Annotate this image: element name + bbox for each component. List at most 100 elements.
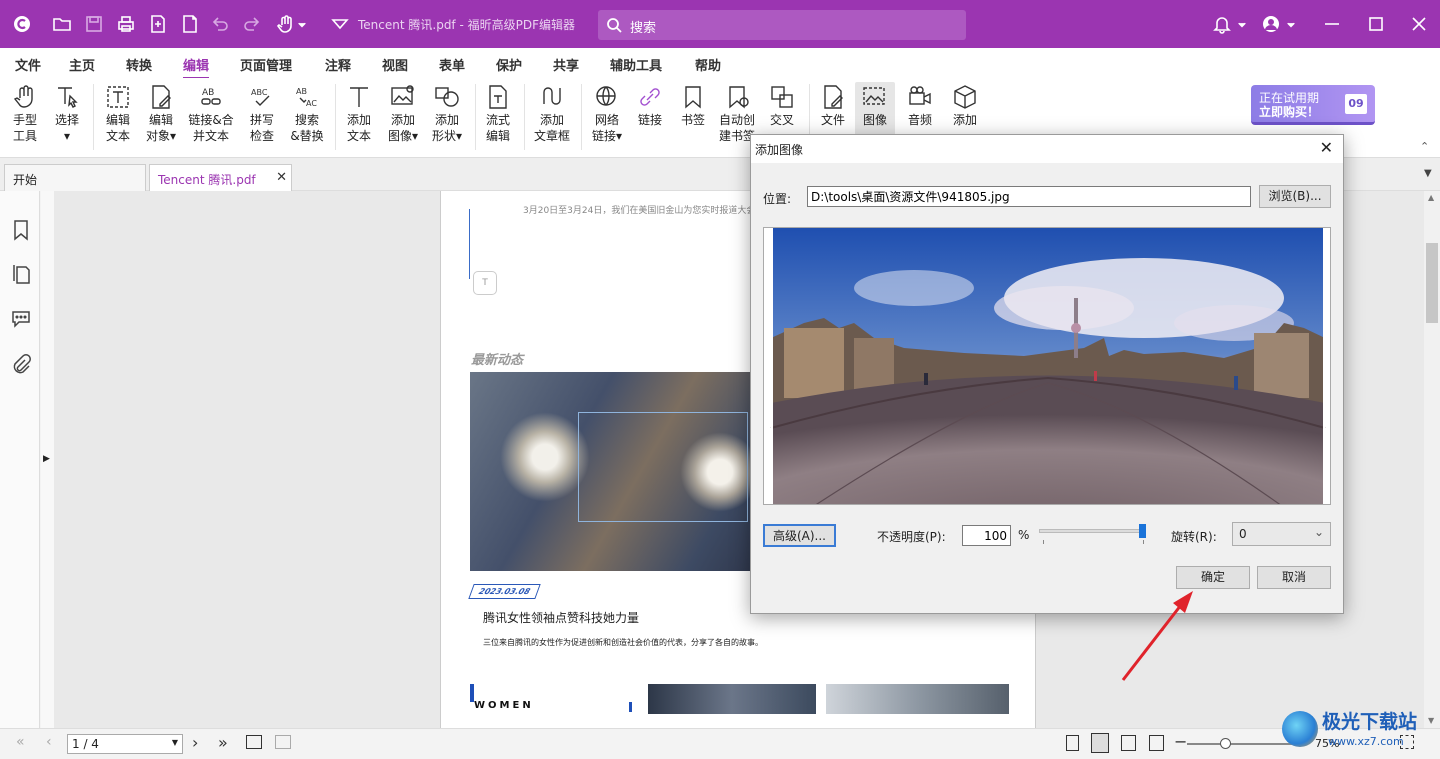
edit-object-button[interactable]: 编辑 对象▾ xyxy=(142,82,180,144)
prev-view-icon[interactable] xyxy=(246,735,262,749)
cancel-button[interactable]: 取消 xyxy=(1257,566,1331,589)
close-icon[interactable] xyxy=(1407,12,1431,36)
image-icon xyxy=(863,87,885,105)
audio-video-button[interactable]: 音频 xyxy=(900,82,940,128)
status-bar: « ‹ 1 / 4 ▼ › » − + 75% xyxy=(0,728,1440,759)
opacity-slider-thumb[interactable] xyxy=(1139,524,1146,538)
flow-edit-button[interactable]: 流式 编辑 xyxy=(479,82,517,144)
zoom-slider-thumb[interactable] xyxy=(1220,738,1231,749)
spell-check-button[interactable]: ABC 拼写 检查 xyxy=(243,82,281,144)
select-tool-button[interactable]: 选择 ▾ xyxy=(48,82,86,144)
link-button[interactable]: 链接 xyxy=(631,82,669,128)
continuous-view-icon[interactable] xyxy=(1091,733,1109,753)
first-page-icon[interactable]: « xyxy=(16,734,25,750)
zoom-slider[interactable] xyxy=(1187,738,1295,749)
two-page-continuous-icon[interactable] xyxy=(1149,735,1164,751)
menu-file[interactable]: 文件 xyxy=(15,55,41,74)
two-page-view-icon[interactable] xyxy=(1121,735,1136,751)
image-button[interactable]: 图像 xyxy=(855,82,895,140)
rotate-select[interactable]: 0 ⌄ xyxy=(1232,522,1331,546)
opacity-field[interactable] xyxy=(962,525,1011,546)
selection-box[interactable] xyxy=(578,412,748,522)
last-page-icon[interactable]: » xyxy=(218,733,228,752)
redo-icon[interactable] xyxy=(240,12,264,36)
app-logo-icon[interactable] xyxy=(10,12,34,36)
account-icon[interactable] xyxy=(1259,12,1283,36)
web-link-button[interactable]: 网络 链接▾ xyxy=(586,82,628,144)
dialog-title: 添加图像 xyxy=(755,143,804,157)
add-text-button[interactable]: 添加 文本 xyxy=(340,82,378,144)
tab-document[interactable]: Tencent 腾讯.pdf ✕ xyxy=(149,164,292,191)
bell-icon[interactable] xyxy=(1210,12,1234,36)
bookmark-button[interactable]: 书签 xyxy=(674,82,712,128)
next-page-icon[interactable]: › xyxy=(192,733,198,752)
prev-page-icon[interactable]: ‹ xyxy=(46,734,52,750)
attachment-panel-icon[interactable] xyxy=(10,353,32,375)
single-page-view-icon[interactable] xyxy=(1066,735,1079,751)
undo-icon[interactable] xyxy=(208,12,232,36)
menu-accessibility[interactable]: 辅助工具 xyxy=(610,55,662,74)
edit-text-button[interactable]: 编辑 文本 xyxy=(99,82,137,144)
scrollbar-thumb[interactable] xyxy=(1426,243,1438,323)
opacity-slider[interactable] xyxy=(1039,524,1146,538)
chevron-down-icon[interactable]: ⌄ xyxy=(1314,525,1324,539)
search-input[interactable]: 搜索 xyxy=(598,10,966,40)
menu-page-manage[interactable]: 页面管理 xyxy=(240,55,292,74)
tab-list-chevron-icon[interactable]: ▼ xyxy=(1424,168,1432,179)
create-pdf-icon[interactable] xyxy=(146,12,170,36)
chevron-down-icon[interactable] xyxy=(296,12,308,36)
page-dropdown-icon[interactable]: ▼ xyxy=(172,738,178,747)
tab-start[interactable]: 开始 xyxy=(4,164,146,191)
pages-panel-icon[interactable] xyxy=(10,263,32,285)
file-attachment-button[interactable]: 文件 xyxy=(814,82,852,128)
link-merge-text-button[interactable]: AB 链接&合 并文本 xyxy=(186,82,236,144)
customize-toolbar-icon[interactable] xyxy=(328,12,352,36)
expand-panel-icon[interactable]: ▶ xyxy=(43,454,50,464)
add-image-button[interactable]: 添加 图像▾ xyxy=(381,82,425,144)
open-folder-icon[interactable] xyxy=(50,12,74,36)
minimize-icon[interactable] xyxy=(1320,12,1344,36)
menu-form[interactable]: 表单 xyxy=(439,55,465,74)
women-label: WOMEN xyxy=(474,700,534,711)
chevron-down-icon[interactable] xyxy=(1285,12,1297,36)
location-field[interactable] xyxy=(807,186,1251,207)
menu-protect[interactable]: 保护 xyxy=(496,55,522,74)
dialog-close-icon[interactable]: ✕ xyxy=(1320,138,1333,157)
new-doc-icon[interactable] xyxy=(178,12,202,36)
article-summary: 三位来自腾讯的女性作为促进创新和创造社会价值的代表，分享了各自的故事。 xyxy=(483,638,763,647)
chevron-down-icon[interactable] xyxy=(1236,12,1248,36)
print-icon[interactable] xyxy=(114,12,138,36)
trial-promo-button[interactable]: 正在试用期 立即购买！ 09 xyxy=(1251,85,1375,125)
comments-panel-icon[interactable] xyxy=(10,307,32,329)
scroll-up-arrow-icon[interactable]: ▲ xyxy=(1428,193,1434,202)
next-view-icon[interactable] xyxy=(275,735,291,749)
add-shape-button[interactable]: 添加 形状▾ xyxy=(425,82,469,144)
menu-view[interactable]: 视图 xyxy=(382,55,408,74)
collapse-ribbon-icon[interactable]: ⌃ xyxy=(1420,140,1429,153)
ribbon-label: 并文本 xyxy=(192,129,229,143)
hand-tool-icon[interactable] xyxy=(274,12,298,36)
advanced-button[interactable]: 高级(A)... xyxy=(763,524,836,547)
add-article-box-button[interactable]: 添加 文章框 xyxy=(530,82,574,144)
menu-comment[interactable]: 注释 xyxy=(325,55,351,74)
tab-close-icon[interactable]: ✕ xyxy=(276,170,287,185)
menu-share[interactable]: 共享 xyxy=(553,55,579,74)
menu-edit[interactable]: 编辑 xyxy=(183,55,210,79)
cross-reference-button[interactable]: 交叉 xyxy=(763,82,801,128)
page-number-field[interactable]: 1 / 4 ▼ xyxy=(67,734,183,754)
ribbon-label: 添加 xyxy=(390,113,415,127)
title-bar: Tencent 腾讯.pdf - 福昕高级PDF编辑器 搜索 xyxy=(0,0,1440,48)
zoom-out-icon[interactable]: − xyxy=(1174,732,1187,751)
browse-button[interactable]: 浏览(B)... xyxy=(1259,185,1331,208)
menu-home[interactable]: 主页 xyxy=(69,55,95,74)
menu-help[interactable]: 帮助 xyxy=(695,55,721,74)
save-icon[interactable] xyxy=(82,12,106,36)
add-3d-button[interactable]: 添加 xyxy=(945,82,985,128)
search-replace-button[interactable]: AB AC 搜索 &替换 xyxy=(286,82,328,144)
menu-convert[interactable]: 转换 xyxy=(126,55,152,74)
bookmark-panel-icon[interactable] xyxy=(10,219,32,241)
hand-tool-button[interactable]: 手型 工具 xyxy=(6,82,44,144)
watermark-url: www.xz7.com xyxy=(1328,735,1404,748)
vertical-scrollbar[interactable]: ▲ ▼ xyxy=(1424,191,1440,728)
maximize-icon[interactable] xyxy=(1364,12,1388,36)
